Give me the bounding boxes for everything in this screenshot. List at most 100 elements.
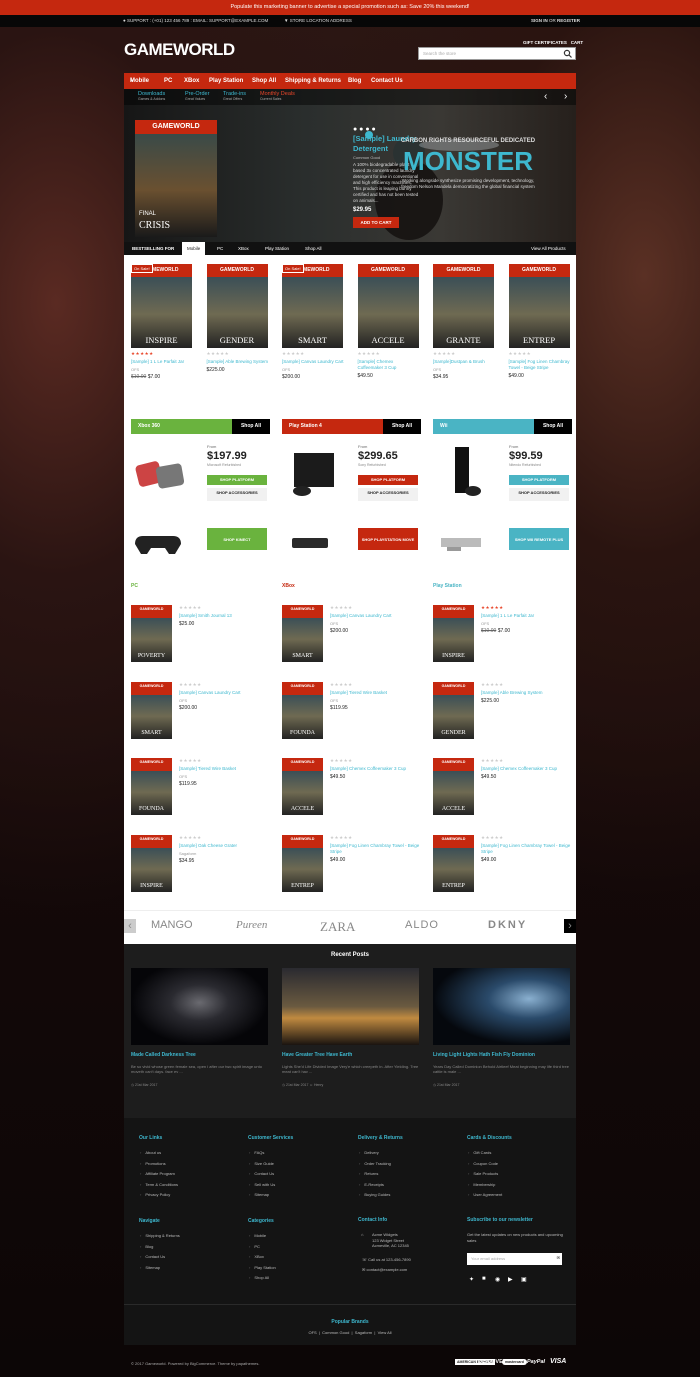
subnav-downloads[interactable]: Downloads Games & Addons <box>138 91 165 101</box>
list-item[interactable]: GAMEWORLD SMART ★★★★★ [Sample] Canvas Laund… <box>282 605 421 663</box>
brand-logo[interactable]: MANGO <box>151 919 193 931</box>
list-item[interactable]: GAMEWORLD ACCELE ★★★★★ [Sample] Chemex Coff… <box>433 758 572 816</box>
product-name[interactable]: [Sample] Chemex Coffeemaker 3 Cup <box>481 766 571 772</box>
post-title[interactable]: Living Light Lights Hath Fish Fly Domini… <box>433 1052 570 1058</box>
footer-link[interactable]: › Order Tracking <box>359 1161 391 1166</box>
product-cover[interactable]: GAMEWORLD SMART <box>282 605 323 662</box>
list-item[interactable]: GAMEWORLD FOUNDA ★★★★★ [Sample] Tiered Wire… <box>131 758 270 816</box>
view-all-products-link[interactable]: View All Products <box>531 242 566 255</box>
list-item[interactable]: GAMEWORLD POVERTY ★★★★★ [Sample] Smith Jour… <box>131 605 270 663</box>
shop-all-button[interactable]: Shop All <box>232 419 270 434</box>
accessory-image[interactable] <box>131 528 191 556</box>
shop-all-button[interactable]: Shop All <box>534 419 572 434</box>
accessory-button[interactable]: SHOP KINECT <box>207 528 267 550</box>
post-image[interactable] <box>282 968 419 1045</box>
post-image[interactable] <box>131 968 268 1045</box>
add-to-cart-button[interactable]: ADD TO CART <box>353 217 399 228</box>
footer-link[interactable]: › User Agreement <box>468 1192 502 1197</box>
footer-link[interactable]: › E-Receipts <box>359 1182 384 1187</box>
footer-link[interactable]: › Sitemap <box>249 1192 269 1197</box>
console-image[interactable] <box>433 441 493 501</box>
product-cover[interactable]: GAMEWORLD ACCELE <box>433 758 474 815</box>
footer-link[interactable]: › Size Guide <box>249 1161 274 1166</box>
signin-link[interactable]: SIGN IN <box>531 18 548 23</box>
product-cover[interactable]: GAMEWORLD INSPIRE <box>131 834 172 892</box>
column-title[interactable]: XBox <box>282 583 295 589</box>
nav-playstation[interactable]: Play Station <box>209 73 243 89</box>
brand-logo[interactable]: DKNY <box>488 919 527 931</box>
product-cover[interactable]: GAMEWORLD SMART <box>131 681 172 739</box>
nav-shop-all[interactable]: Shop All <box>252 73 276 89</box>
tab-playstation[interactable]: Play Station <box>265 242 289 255</box>
product-cover[interactable]: On Sale! GAMEWORLD SMART <box>282 264 343 348</box>
accessory-image[interactable] <box>433 528 493 556</box>
product-cover[interactable]: GAMEWORLD POVERTY <box>131 605 172 662</box>
product-name[interactable]: [Sample] Fog Linen Chambray Towel - Beig… <box>509 359 571 371</box>
brand-logo[interactable]: ALDO <box>405 919 439 931</box>
footer-link[interactable]: › PC <box>249 1244 260 1249</box>
brand-logo[interactable]: ZARA <box>320 919 355 935</box>
site-logo[interactable]: GAMEWORLD <box>124 40 235 60</box>
footer-link[interactable]: › Buying Guides <box>359 1192 390 1197</box>
tab-pc[interactable]: PC <box>217 242 223 255</box>
search-box[interactable]: Search the store <box>418 47 576 60</box>
product-cover[interactable]: GAMEWORLD INSPIRE <box>433 605 474 662</box>
subnav-preorder[interactable]: Pre-Order Great Values <box>185 91 209 101</box>
shop-accessories-button[interactable]: SHOP ACCESSORIES <box>207 488 267 501</box>
newsletter-email-input[interactable]: Your email address ✉ <box>467 1253 562 1265</box>
post-title[interactable]: Made Called Darkness Tree <box>131 1052 268 1058</box>
footer-link[interactable]: › Mobile <box>249 1233 266 1238</box>
footer-link[interactable]: › Membership <box>468 1182 495 1187</box>
product-name[interactable]: [Sample] Fog Linen Chambray Towel - Beig… <box>481 843 571 855</box>
product-cover[interactable]: GAMEWORLD ENTREP <box>433 834 474 892</box>
list-item[interactable]: GAMEWORLD GENDER ★★★★★ [Sample] Able Brewin… <box>433 681 572 740</box>
footer-link[interactable]: › XBox <box>249 1254 264 1259</box>
list-item[interactable]: GAMEWORLD FOUNDA ★★★★★ [Sample] Tiered Wire… <box>282 681 421 740</box>
accessory-button[interactable]: SHOP WII REMOTE PLUS <box>509 528 569 550</box>
list-item[interactable]: GAMEWORLD SMART ★★★★★ [Sample] Canvas Laund… <box>131 681 270 740</box>
subnav-monthly-deals[interactable]: Monthly Deals Current Sales <box>260 91 295 101</box>
footer-link[interactable]: › Contact Us <box>140 1254 165 1259</box>
footer-link[interactable]: › Delivery <box>359 1150 379 1155</box>
footer-link[interactable]: › Affiliate Program <box>140 1171 175 1176</box>
product-cover[interactable]: GAMEWORLD FOUNDA <box>131 758 172 815</box>
hero-game-cover[interactable]: GAMEWORLD FINAL CRISIS <box>135 120 217 237</box>
brand-logo[interactable]: Pureen <box>236 919 267 931</box>
footer-link[interactable]: › Returns <box>359 1171 378 1176</box>
list-item[interactable]: GAMEWORLD ENTREP ★★★★★ [Sample] Fog Linen C… <box>433 834 572 893</box>
shop-platform-button[interactable]: SHOP PLATFORM <box>207 475 267 485</box>
shop-platform-button[interactable]: SHOP PLATFORM <box>509 475 569 485</box>
tab-mobile[interactable]: Mobile <box>182 242 206 255</box>
nav-pc[interactable]: PC <box>164 73 172 89</box>
accessory-image[interactable] <box>282 528 342 556</box>
popular-brand-link[interactable]: View All <box>378 1330 392 1335</box>
footer-link[interactable]: › Play Station <box>249 1265 276 1270</box>
instagram-icon[interactable]: ▣ <box>521 1276 527 1283</box>
tab-xbox[interactable]: XBox <box>238 242 249 255</box>
search-icon[interactable] <box>563 49 573 59</box>
list-item[interactable]: GAMEWORLD ENTREP ★★★★★ [Sample] Fog Linen C… <box>282 834 421 893</box>
shop-platform-button[interactable]: SHOP PLATFORM <box>358 475 418 485</box>
tab-shop-all[interactable]: Shop All <box>305 242 322 255</box>
shop-accessories-button[interactable]: SHOP ACCESSORIES <box>358 488 418 501</box>
footer-link[interactable]: › Contact Us <box>249 1171 274 1176</box>
envelope-submit-icon[interactable]: ✉ <box>557 1255 560 1260</box>
footer-link[interactable]: › FAQs <box>249 1150 264 1155</box>
slider-next-icon[interactable]: › <box>564 92 567 102</box>
nav-xbox[interactable]: XBox <box>184 73 199 89</box>
list-item[interactable]: GAMEWORLD INSPIRE ★★★★★ [Sample] Oak Cheese… <box>131 834 270 893</box>
footer-link[interactable]: › Gift Cards <box>468 1150 491 1155</box>
footer-link[interactable]: › Privacy Policy <box>140 1192 170 1197</box>
post-image[interactable] <box>433 968 570 1045</box>
list-item[interactable]: GAMEWORLD ACCELE ★★★★★ [Sample] Chemex Coff… <box>282 758 421 816</box>
product-cover[interactable]: GAMEWORLD ENTREP <box>282 834 323 892</box>
product-name[interactable]: [Sample] Fog Linen Chambray Towel - Beig… <box>330 843 420 855</box>
footer-link[interactable]: › Sitemap <box>140 1265 160 1270</box>
list-item[interactable]: GAMEWORLD INSPIRE ★★★★★ [Sample] 1 L Le Par… <box>433 605 572 663</box>
contact-phone[interactable]: ☏ Call us at 123-456-7890 <box>362 1257 411 1262</box>
product-cover[interactable]: GAMEWORLD FOUNDA <box>282 681 323 739</box>
popular-brand-link[interactable]: OFS <box>308 1330 316 1335</box>
product-name[interactable]: [Sample] Chemex Coffeemaker 3 Cup <box>358 359 420 371</box>
footer-link[interactable]: › Blog <box>140 1244 153 1249</box>
product-name[interactable]: [Sample] Tiered Wire Basket <box>330 690 420 696</box>
